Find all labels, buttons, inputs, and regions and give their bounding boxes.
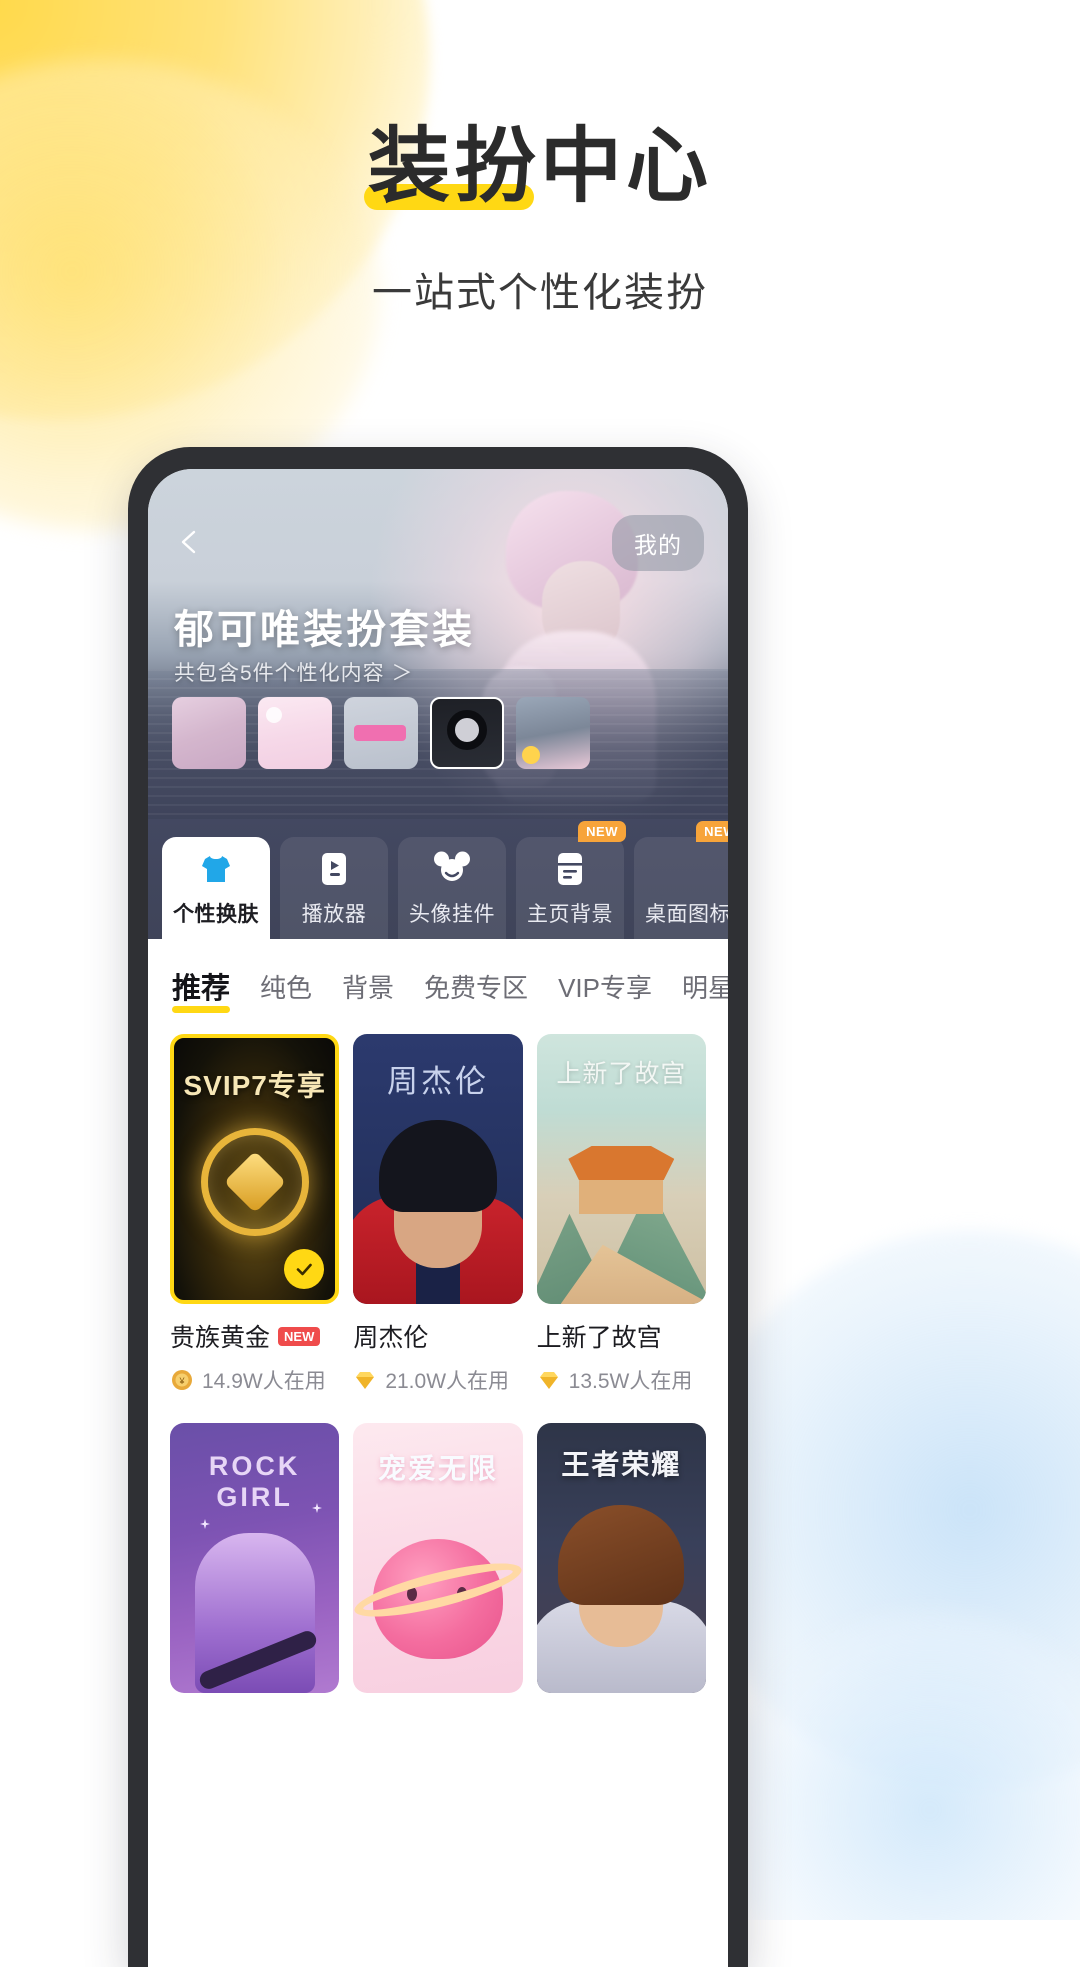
phone-screen: 我的 郁可唯装扮套装 共包含5件个性化内容 ＞ 个性换肤 播放器 头像挂件 NE… [148,469,728,1967]
card-new-badge: NEW [278,1326,321,1346]
card-title-row: 周杰伦 [353,1318,522,1354]
card-cover: 周杰伦 [353,1034,523,1304]
promo-header: 装扮中心 一站式个性化装扮 [0,0,1080,318]
card-cover-label: 上新了故宫 [556,1060,687,1088]
hero-thumb-item[interactable] [516,697,590,769]
back-button[interactable] [174,527,204,557]
hero-thumb-item[interactable] [344,697,418,769]
page-subtitle: 一站式个性化装扮 [372,271,708,315]
hero-banner: 我的 郁可唯装扮套装 共包含5件个性化内容 ＞ [148,469,728,819]
card-cover: ROCK GIRL [170,1423,340,1693]
home-background-icon [550,849,590,889]
filter-chip-row: 推荐 纯色 背景 免费专区 VIP专享 明星广场 [148,939,728,1030]
skin-grid-row-2: ROCK GIRL 宠爱无限 王者荣耀 [148,1419,728,1693]
hero-thumb-item[interactable] [430,697,504,769]
hero-thumb-item[interactable] [172,697,246,769]
tab-label: 主页背景 [527,902,613,926]
svg-text:¥: ¥ [178,1376,185,1386]
palace-base-shape [579,1180,664,1214]
chip-background[interactable]: 背景 [342,968,394,1010]
card-meta-row: ¥ 14.9W人在用 [170,1365,339,1395]
figure-hair [558,1505,685,1605]
tab-label: 个性换肤 [173,902,259,926]
figure-hair [378,1120,497,1212]
tab-avatar-pendant[interactable]: 头像挂件 [398,837,506,939]
phone-mockup: 我的 郁可唯装扮套装 共包含5件个性化内容 ＞ 个性换肤 播放器 头像挂件 NE… [128,447,748,1967]
tab-personal-skin[interactable]: 个性换肤 [162,837,270,939]
thumb-banner-bar [354,725,406,741]
card-user-count: 13.5W人在用 [568,1370,693,1393]
card-title: 周杰伦 [353,1324,429,1352]
hero-title: 郁可唯装扮套装 [174,608,475,652]
card-cover-label: ROCK GIRL [208,1451,301,1512]
sparkle-icon [200,1519,210,1529]
card-cover: 宠爱无限 [353,1423,523,1693]
card-cover: SVIP7专享 [170,1034,340,1304]
tab-label: 播放器 [301,902,367,926]
content-area: 推荐 纯色 背景 免费专区 VIP专享 明星广场 SVIP7专享 [148,939,728,1967]
card-title: 贵族黄金 [170,1324,271,1352]
card-meta-row: 13.5W人在用 [537,1365,706,1395]
palace-roof-shape [568,1146,675,1180]
check-icon [297,1263,313,1276]
vip-diamond-icon [539,1372,558,1389]
skin-grid-row-1: SVIP7专享 贵族黄金 NEW ¥ 14.9W人在用 周杰伦 周杰伦 21.0… [148,1030,728,1395]
card-cover: 王者荣耀 [536,1423,706,1693]
new-badge: NEW [578,821,626,842]
card-meta-row: 21.0W人在用 [353,1365,522,1395]
tab-home-background[interactable]: NEW 主页背景 [516,821,626,939]
card-user-count: 14.9W人在用 [202,1370,326,1393]
thumb-player-ring [447,710,487,751]
chip-star-plaza[interactable]: 明星广场 [682,968,728,1010]
tab-label: 桌面图标 [645,902,728,926]
new-badge: NEW [696,821,728,842]
avatar-pendant-icon [432,849,472,889]
hero-thumb-item[interactable] [258,697,332,769]
card-title: 上新了故宫 [536,1324,662,1352]
selected-check-badge [284,1249,325,1289]
mine-button[interactable]: 我的 [612,515,704,571]
tab-label: 头像挂件 [409,902,495,926]
chip-solid-color[interactable]: 纯色 [260,968,312,1010]
chip-vip[interactable]: VIP专享 [558,968,652,1010]
card-honor-of-kings[interactable]: 王者荣耀 [536,1423,706,1693]
page-title: 装扮中心 [363,126,712,210]
tab-desktop-icon[interactable]: NEW 桌面图标 [634,821,728,939]
hero-subtitle[interactable]: 共包含5件个性化内容 ＞ [174,657,414,687]
card-endless-love[interactable]: 宠爱无限 [353,1423,523,1693]
card-rock-girl[interactable]: ROCK GIRL [170,1423,340,1693]
card-cover-label: 王者荣耀 [561,1449,682,1480]
card-cover-label: 周杰伦 [386,1064,489,1099]
vip-diamond-icon [356,1372,375,1389]
hero-thumbnail-list [172,697,590,769]
gold-coin-icon: ¥ [172,1370,192,1390]
card-noble-gold[interactable]: SVIP7专享 贵族黄金 NEW ¥ 14.9W人在用 [170,1034,340,1395]
chip-free-zone[interactable]: 免费专区 [424,968,528,1010]
player-icon [314,849,354,889]
card-jay-chou[interactable]: 周杰伦 周杰伦 21.0W人在用 [353,1034,523,1395]
tab-player[interactable]: 播放器 [280,837,388,939]
card-cover-label: 宠爱无限 [377,1453,498,1484]
page-title-text: 装扮中心 [367,121,712,212]
chip-recommend[interactable]: 推荐 [172,965,231,1013]
card-palace[interactable]: 上新了故宫 上新了故宫 13.5W人在用 [536,1034,706,1395]
desktop-icon [668,849,708,889]
card-cover: 上新了故宫 [536,1034,706,1304]
category-tab-strip: 个性换肤 播放器 头像挂件 NEW 主页背景 NE 桌面图标 [148,819,728,939]
tshirt-icon [196,849,236,889]
crown-icon [200,1128,309,1237]
card-user-count: 21.0W人在用 [385,1370,510,1393]
thumb-dot [266,707,282,723]
card-title-row: 贵族黄金 NEW [170,1318,339,1354]
card-title-row: 上新了故宫 [537,1318,706,1354]
card-cover-label: SVIP7专享 [183,1070,326,1101]
thumb-chick-icon [522,746,540,764]
chevron-left-icon [181,530,196,554]
